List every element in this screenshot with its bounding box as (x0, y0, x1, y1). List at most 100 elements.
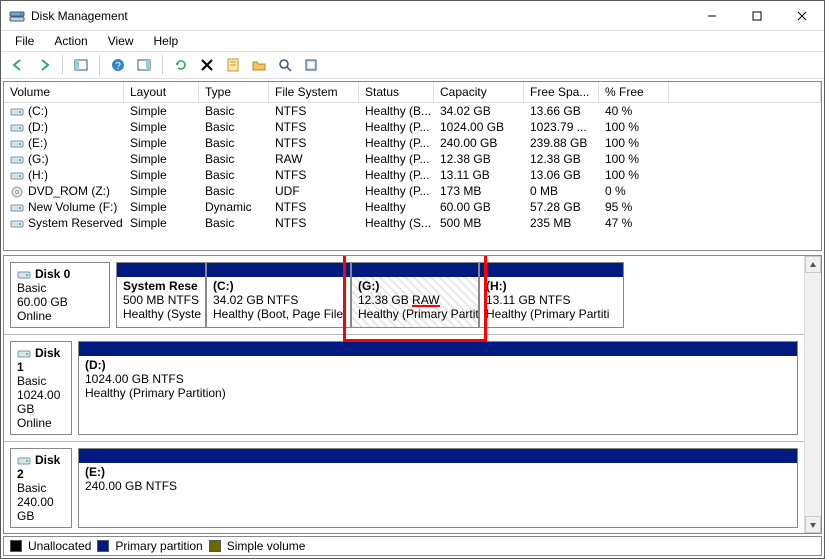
cell-fs: NTFS (269, 215, 359, 231)
column-header[interactable]: Volume (4, 82, 124, 102)
partition-status: Healthy (Primary Partiti (486, 307, 617, 321)
volume-row[interactable]: DVD_ROM (Z:)SimpleBasicUDFHealthy (P...1… (4, 183, 821, 199)
drive-icon (10, 202, 24, 214)
close-button[interactable] (779, 1, 824, 30)
cell-pct: 0 % (599, 183, 669, 199)
cell-status: Healthy (S... (359, 215, 434, 231)
partition-header-stripe (117, 263, 205, 277)
column-header[interactable]: File System (269, 82, 359, 102)
legend-swatch-simple (209, 540, 221, 552)
column-header[interactable]: Capacity (434, 82, 524, 102)
properties-icon[interactable] (222, 54, 244, 76)
disk-info[interactable]: Disk 1Basic1024.00 GBOnline (10, 341, 72, 435)
partition-status: Healthy (Boot, Page File, (213, 307, 344, 321)
minimize-button[interactable] (689, 1, 734, 30)
help-icon[interactable]: ? (107, 54, 129, 76)
forward-arrow-icon[interactable] (33, 54, 55, 76)
volume-list: VolumeLayoutTypeFile SystemStatusCapacit… (3, 81, 822, 251)
partition[interactable]: (E:)240.00 GB NTFS (78, 448, 798, 528)
toolbar-separator (99, 55, 100, 75)
cell-status: Healthy (359, 199, 434, 215)
drive-icon (10, 106, 24, 118)
column-header-spacer (669, 82, 821, 102)
back-arrow-icon[interactable] (7, 54, 29, 76)
cell-capacity: 500 MB (434, 215, 524, 231)
vertical-scrollbar[interactable] (804, 256, 821, 533)
cell-fs: NTFS (269, 199, 359, 215)
cell-layout: Simple (124, 183, 199, 199)
partition[interactable]: (H:)13.11 GB NTFSHealthy (Primary Partit… (479, 262, 624, 328)
partition[interactable]: System Rese500 MB NTFSHealthy (Syste (116, 262, 206, 328)
toolbar-separator (162, 55, 163, 75)
partition-size: 13.11 GB NTFS (486, 293, 617, 307)
partition[interactable]: (G:)12.38 GB RAWHealthy (Primary Partit (351, 262, 479, 328)
partition-header-stripe (352, 263, 478, 277)
scroll-up-button[interactable] (805, 256, 821, 273)
cell-type: Basic (199, 151, 269, 167)
menu-action[interactable]: Action (46, 33, 95, 49)
cell-free: 12.38 GB (524, 151, 599, 167)
cell-name: New Volume (F:) (4, 199, 124, 215)
disk-graph-body[interactable]: Disk 0Basic60.00 GBOnlineSystem Rese500 … (4, 256, 804, 533)
refresh-icon[interactable] (170, 54, 192, 76)
volume-row[interactable]: (D:)SimpleBasicNTFSHealthy (P...1024.00 … (4, 119, 821, 135)
cell-name: (H:) (4, 167, 124, 183)
disk-info[interactable]: Disk 0Basic60.00 GBOnline (10, 262, 110, 328)
scroll-down-button[interactable] (805, 516, 821, 533)
volume-row[interactable]: System ReservedSimpleBasicNTFSHealthy (S… (4, 215, 821, 231)
toolbar-separator (62, 55, 63, 75)
volume-row[interactable]: (G:)SimpleBasicRAWHealthy (P...12.38 GB1… (4, 151, 821, 167)
volume-list-body: (C:)SimpleBasicNTFSHealthy (B...34.02 GB… (4, 103, 821, 250)
partition-label: (D:) (85, 358, 791, 372)
cell-pct: 95 % (599, 199, 669, 215)
volume-list-header: VolumeLayoutTypeFile SystemStatusCapacit… (4, 82, 821, 103)
volume-row[interactable]: New Volume (F:)SimpleDynamicNTFSHealthy6… (4, 199, 821, 215)
partition-label: (G:) (358, 279, 472, 293)
cell-layout: Simple (124, 135, 199, 151)
volume-row[interactable]: (C:)SimpleBasicNTFSHealthy (B...34.02 GB… (4, 103, 821, 119)
cell-type: Basic (199, 183, 269, 199)
partition-status: Healthy (Primary Partit (358, 307, 472, 321)
column-header[interactable]: Free Spa... (524, 82, 599, 102)
cell-status: Healthy (P... (359, 183, 434, 199)
column-header[interactable]: Layout (124, 82, 199, 102)
volume-row[interactable]: (E:)SimpleBasicNTFSHealthy (P...240.00 G… (4, 135, 821, 151)
open-folder-icon[interactable] (248, 54, 270, 76)
cell-name: System Reserved (4, 215, 124, 231)
partition-header-stripe (207, 263, 350, 277)
partition-size: 34.02 GB NTFS (213, 293, 344, 307)
show-hide-action-pane-icon[interactable] (133, 54, 155, 76)
settings-icon[interactable] (300, 54, 322, 76)
cell-free: 239.88 GB (524, 135, 599, 151)
menu-file[interactable]: File (7, 33, 42, 49)
search-icon[interactable] (274, 54, 296, 76)
disk-graph-pane: Disk 0Basic60.00 GBOnlineSystem Rese500 … (3, 255, 822, 534)
column-header[interactable]: Status (359, 82, 434, 102)
cell-name: (D:) (4, 119, 124, 135)
volume-row[interactable]: (H:)SimpleBasicNTFSHealthy (P...13.11 GB… (4, 167, 821, 183)
menu-view[interactable]: View (100, 33, 142, 49)
show-hide-console-tree-icon[interactable] (70, 54, 92, 76)
column-header[interactable]: Type (199, 82, 269, 102)
maximize-button[interactable] (734, 1, 779, 30)
scroll-track[interactable] (805, 273, 821, 516)
delete-icon[interactable] (196, 54, 218, 76)
disk-management-window: Disk Management File Action View Help ? … (0, 0, 825, 559)
cell-free: 13.06 GB (524, 167, 599, 183)
legend-label-unallocated: Unallocated (28, 539, 91, 553)
menu-help[interactable]: Help (146, 33, 187, 49)
disk-info[interactable]: Disk 2Basic240.00 GB (10, 448, 72, 528)
partition[interactable]: (D:)1024.00 GB NTFSHealthy (Primary Part… (78, 341, 798, 435)
partition[interactable]: (C:)34.02 GB NTFSHealthy (Boot, Page Fil… (206, 262, 351, 328)
cell-fs: NTFS (269, 167, 359, 183)
cell-fs: UDF (269, 183, 359, 199)
partition-size: 12.38 GB RAW (358, 293, 472, 307)
drive-icon (10, 154, 24, 166)
partition-label: System Rese (123, 279, 199, 293)
cell-fs: RAW (269, 151, 359, 167)
cell-type: Dynamic (199, 199, 269, 215)
column-header[interactable]: % Free (599, 82, 669, 102)
cell-status: Healthy (P... (359, 167, 434, 183)
partition-status: Healthy (Primary Partition) (85, 386, 791, 400)
cell-name: (E:) (4, 135, 124, 151)
